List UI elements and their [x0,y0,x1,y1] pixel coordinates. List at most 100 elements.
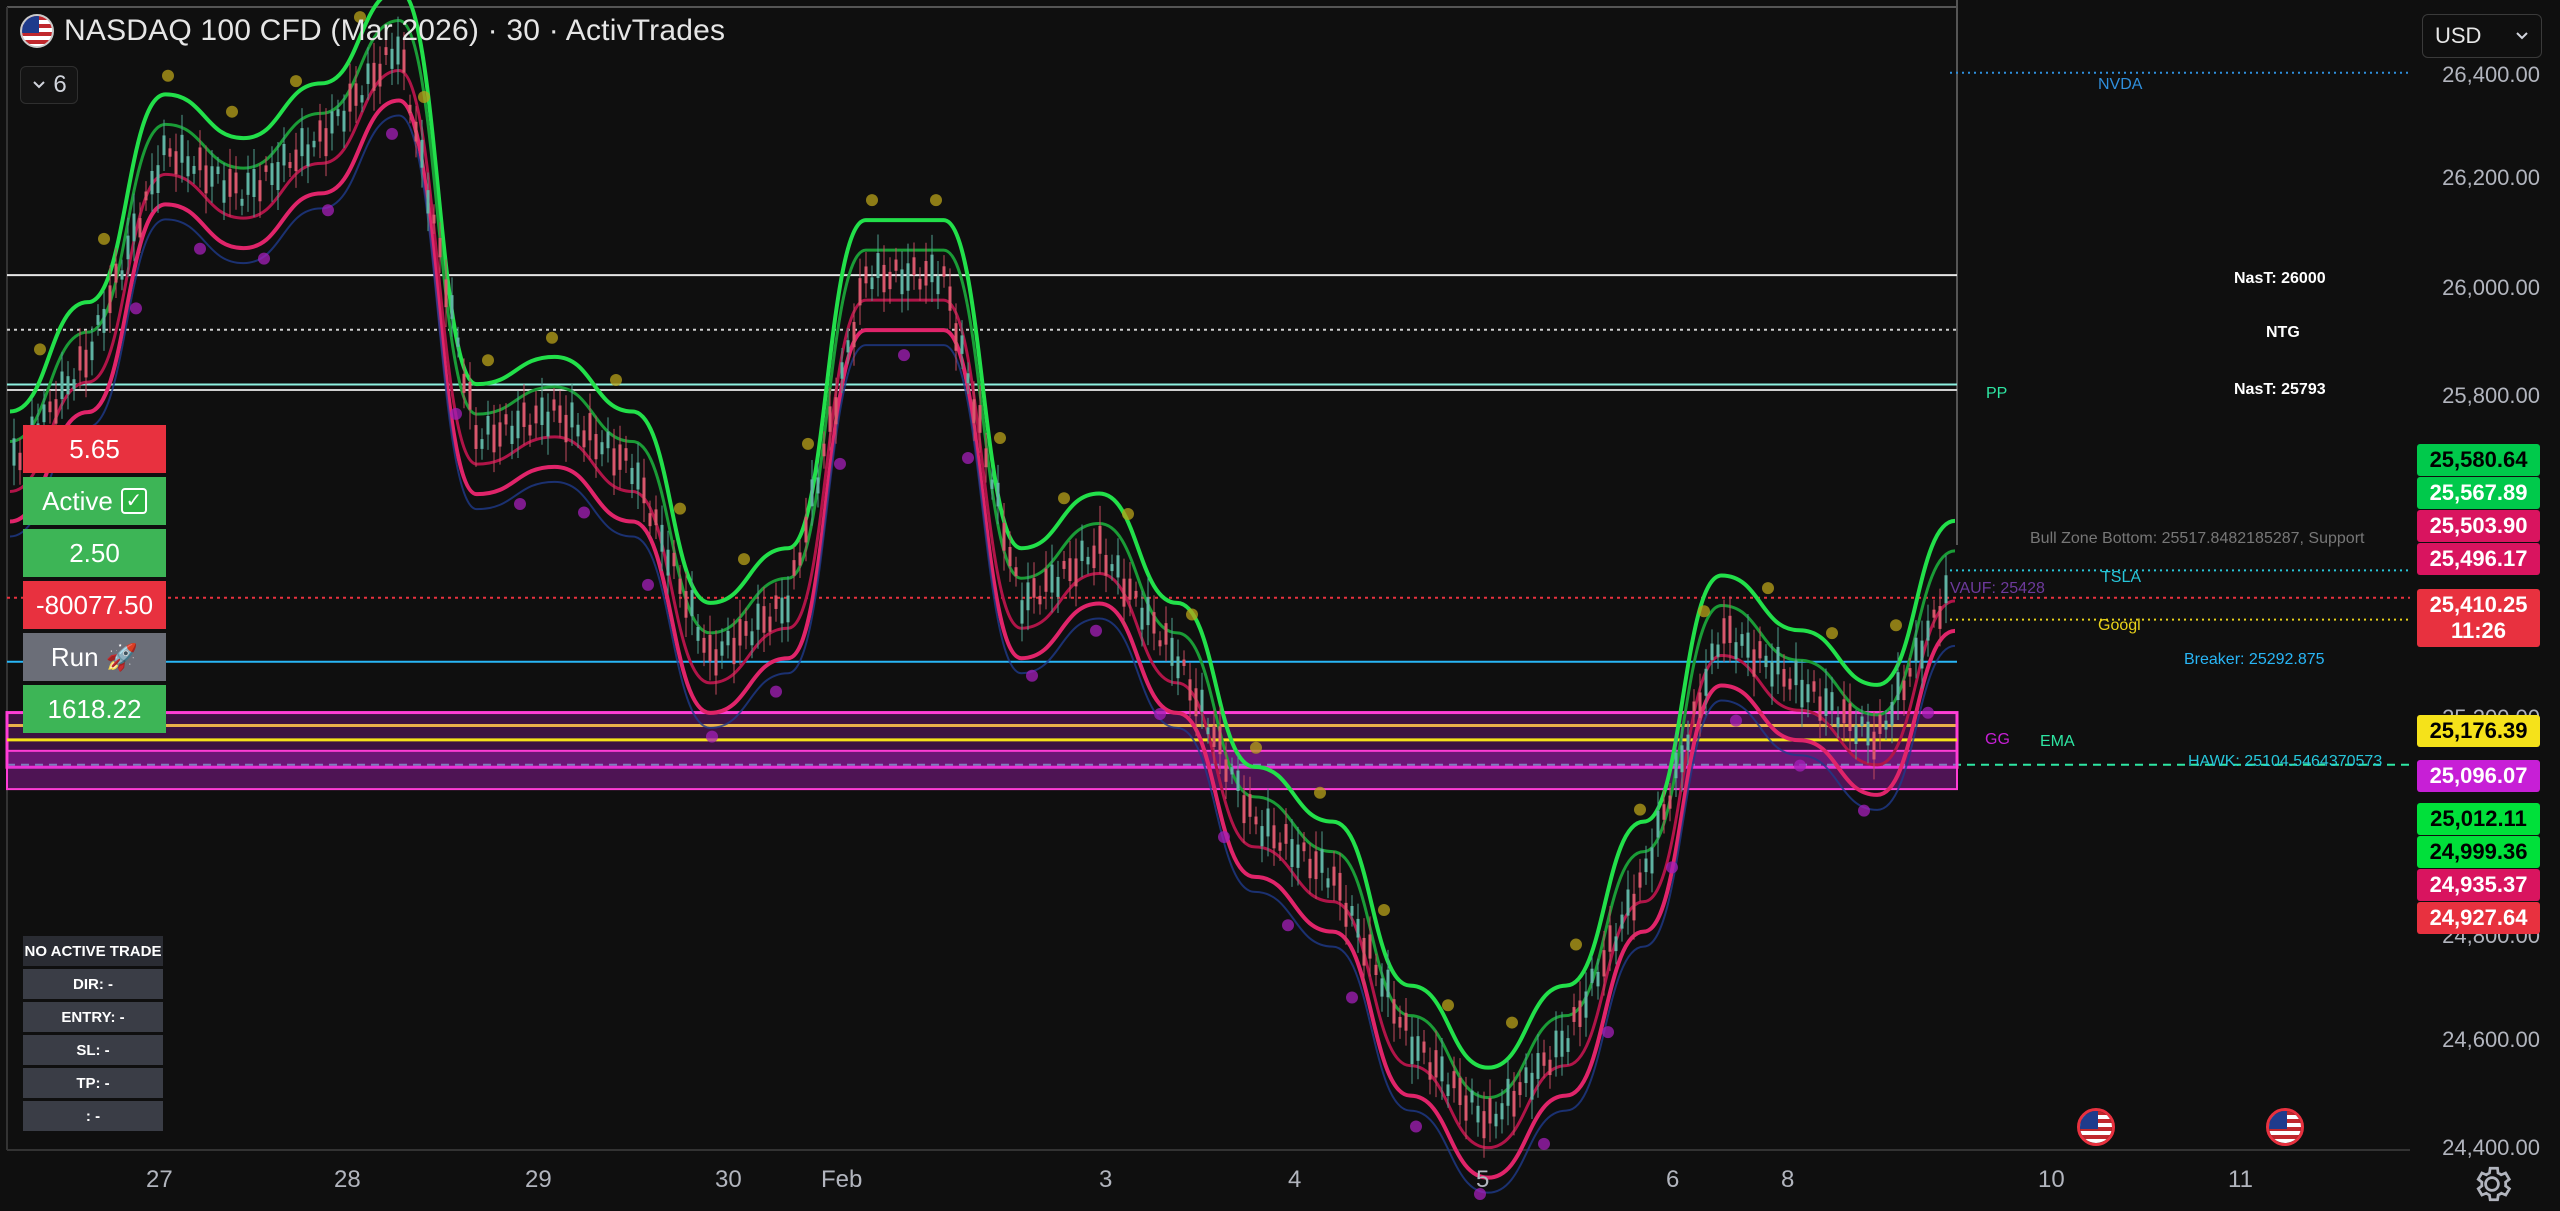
bull-signal-dot [930,194,942,207]
candle-body [1728,615,1732,643]
price-tag: 25,580.64 [2417,444,2540,476]
x-axis-label: 3 [1099,1166,1113,1193]
symbol-header[interactable]: NASDAQ 100 CFD (Mar 2026) · 30 · ActivTr… [20,14,725,48]
candle-body [1932,609,1936,618]
bull-signal-dot [1698,605,1710,618]
price-tag: 24,927.64 [2417,902,2540,934]
candle-body [1746,632,1750,658]
candle-body [168,148,172,157]
candle-body [1806,684,1810,703]
bear-signal-dot [1090,624,1102,637]
candle-body [1374,964,1378,976]
candle-body [1692,701,1696,715]
candle-body [1638,872,1642,888]
bull-signal-dot [610,373,622,386]
bull-signal-dot [34,343,46,356]
candle-body [1140,607,1144,630]
candle-body [480,439,484,449]
candle-body [948,286,952,311]
indicator-collapse-button[interactable]: 6 [20,66,78,104]
candle-body [558,405,562,423]
candle-body [1056,576,1060,597]
x-axis-label: 29 [525,1166,552,1193]
candle-body [702,637,706,653]
x-axis-label: 10 [2038,1166,2065,1193]
price-tag: 25,503.90 [2417,510,2540,542]
y-axis-label: 26,400.00 [2442,62,2540,87]
candle-body [1044,568,1048,592]
candle-body [732,637,736,665]
candle-body [1722,618,1726,644]
candle-body [1404,1012,1408,1031]
candle-body [1314,851,1318,880]
ntg-label: NTG [2266,324,2300,341]
candle-body [978,405,982,433]
run-button[interactable]: Run 🚀 [23,633,166,681]
candle-body [1098,525,1102,554]
last-price-tag: 25,410.25 11:26 [2417,589,2540,647]
candle-body [1350,906,1354,916]
candle-body [1050,564,1054,593]
trade-status-table: NO ACTIVE TRADE DIR: - ENTRY: - SL: - TP… [23,936,163,1134]
bear-signal-dot [642,578,654,591]
bull-signal-dot [1058,492,1070,505]
candle-body [1308,858,1312,879]
candle-body [1440,1056,1444,1082]
candle-body [1626,889,1630,916]
candle-body [522,402,526,427]
price-chart[interactable] [0,0,2560,1211]
candle-body [1800,679,1804,708]
candle-body [1182,659,1186,666]
candle-body [1488,1098,1492,1124]
candle-body [1704,668,1708,696]
candle-body [1068,558,1072,582]
candle-body [1620,914,1624,929]
candle-body [1002,522,1006,551]
candle-body [288,162,292,169]
candle-body [1164,623,1168,645]
candle-body [1368,934,1372,959]
candle-body [1920,640,1924,669]
candle-body [450,295,454,319]
us-event-flag-icon[interactable] [2077,1108,2115,1146]
currency-select[interactable]: USD [2422,14,2542,58]
bear-signal-dot [578,506,590,519]
us-event-flag-icon[interactable] [2266,1108,2304,1146]
candle-body [1584,991,1588,1018]
tsla-label: TSLA [2101,569,2142,586]
candle-body [264,165,268,172]
bear-signal-dot [1410,1120,1422,1133]
bull-signal-dot [1186,608,1198,621]
chart-settings-icon[interactable] [2470,1162,2514,1206]
candle-body [420,139,424,168]
y-axis-label: 24,600.00 [2442,1027,2540,1052]
panel-value-2: 2.50 [23,529,166,577]
candle-body [564,414,568,443]
candle-body [840,362,844,379]
candle-body [552,399,556,411]
candle-body [378,63,382,87]
candle-body [12,438,16,466]
candle-body [1902,680,1906,701]
y-axis-label: 26,200.00 [2442,165,2540,190]
candle-body [108,285,112,314]
candle-body [1674,752,1678,779]
x-axis-label: Feb [821,1166,863,1193]
candle-body [1338,872,1342,901]
candle-body [390,48,394,69]
candle-body [810,479,814,507]
candle-body [1548,1059,1552,1076]
symbol-title: NASDAQ 100 CFD (Mar 2026) · 30 · ActivTr… [64,14,726,47]
candle-body [1194,688,1198,717]
candle-body [960,335,964,354]
bear-signal-dot [1218,830,1230,843]
candle-body [576,424,580,437]
candle-body [48,401,52,413]
candle-body [660,524,664,552]
candle-body [888,271,892,290]
candle-body [1614,936,1618,952]
candle-body [1230,767,1234,775]
chevron-down-icon [2516,32,2528,40]
candle-body [1536,1053,1540,1079]
candle-body [1458,1077,1462,1106]
